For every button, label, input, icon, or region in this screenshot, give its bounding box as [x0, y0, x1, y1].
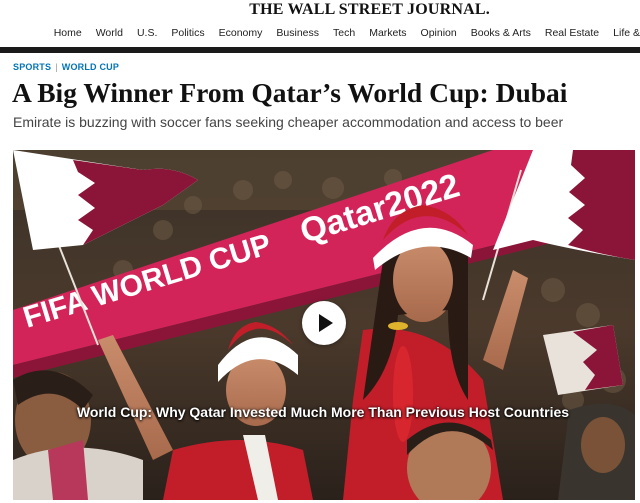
breadcrumb-world-cup[interactable]: WORLD CUP: [62, 62, 119, 72]
breadcrumb: SPORTS | WORLD CUP: [13, 62, 119, 72]
top-navigation: Home World U.S. Politics Economy Busines…: [0, 22, 640, 44]
breadcrumb-separator: |: [55, 62, 58, 72]
nav-books-arts[interactable]: Books & Arts: [464, 22, 538, 44]
nav-markets[interactable]: Markets: [362, 22, 413, 44]
nav-divider: [0, 47, 640, 53]
nav-world[interactable]: World: [89, 22, 130, 44]
article-dek: Emirate is buzzing with soccer fans seek…: [13, 114, 564, 130]
nav-tech[interactable]: Tech: [326, 22, 362, 44]
video-caption[interactable]: World Cup: Why Qatar Invested Much More …: [73, 402, 573, 422]
nav-opinion[interactable]: Opinion: [414, 22, 464, 44]
play-button[interactable]: [302, 301, 346, 345]
wsj-logo[interactable]: THE WALL STREET JOURNAL.: [249, 1, 490, 18]
nav-politics[interactable]: Politics: [164, 22, 211, 44]
nav-real-estate[interactable]: Real Estate: [538, 22, 606, 44]
masthead: THE WALL STREET JOURNAL.: [0, 0, 640, 20]
nav-life-arts[interactable]: Life &: [606, 22, 640, 44]
play-icon: [319, 314, 333, 332]
breadcrumb-sports[interactable]: SPORTS: [13, 62, 51, 72]
nav-business[interactable]: Business: [269, 22, 326, 44]
article-headline: A Big Winner From Qatar’s World Cup: Dub…: [12, 77, 568, 108]
nav-us[interactable]: U.S.: [130, 22, 164, 44]
nav-economy[interactable]: Economy: [212, 22, 270, 44]
nav-home[interactable]: Home: [47, 22, 89, 44]
video-player[interactable]: FIFA WORLD CUP Qatar2022 World Cup: Why …: [13, 150, 635, 500]
